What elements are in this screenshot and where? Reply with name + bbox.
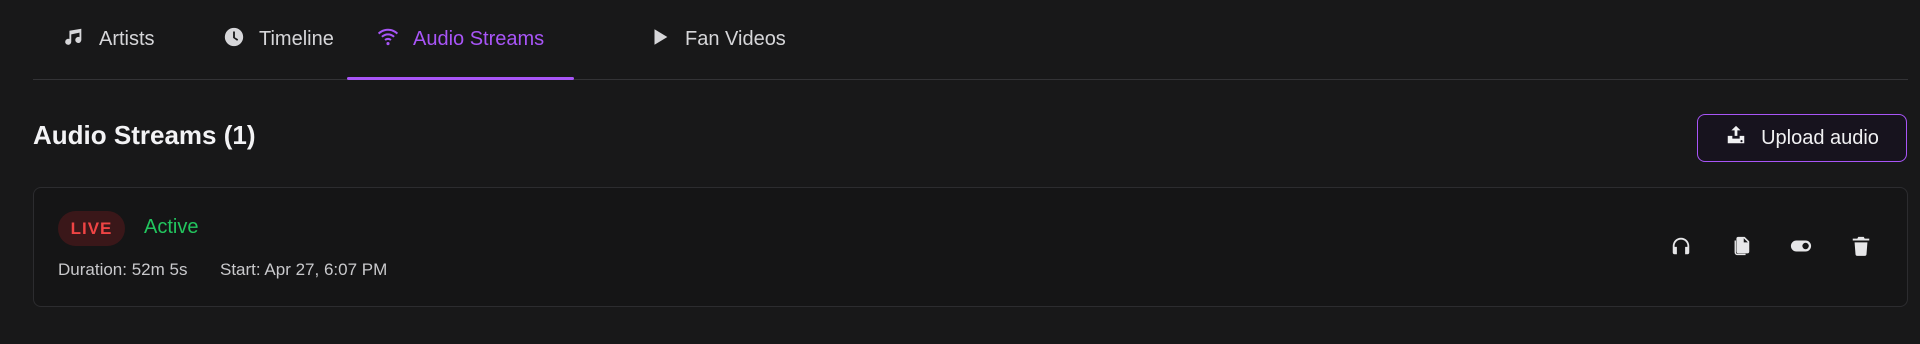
upload-audio-button[interactable]: Upload audio (1697, 114, 1907, 162)
tab-audio-streams[interactable]: Audio Streams (347, 0, 575, 80)
upload-icon (1725, 124, 1747, 152)
delete-button[interactable] (1846, 233, 1876, 263)
trash-icon (1850, 235, 1872, 262)
copy-icon (1730, 235, 1752, 262)
section-title: Audio Streams (1) (33, 120, 256, 150)
play-icon (649, 26, 671, 54)
live-badge: LIVE (58, 211, 125, 246)
headphones-icon (1670, 235, 1692, 262)
stream-duration: Duration: 52m 5s (58, 260, 188, 279)
upload-audio-label: Upload audio (1761, 126, 1879, 149)
tab-bar: Artists Timeline Audio Streams Fan Video… (33, 0, 1908, 80)
tab-fan-videos[interactable]: Fan Videos (649, 0, 786, 79)
copy-button[interactable] (1726, 233, 1756, 263)
toggle-icon (1790, 235, 1812, 262)
stream-status: Active (144, 216, 199, 238)
tab-label: Fan Videos (685, 28, 786, 50)
tab-artists[interactable]: Artists (63, 0, 155, 79)
tab-timeline[interactable]: Timeline (223, 0, 334, 79)
tab-label: Artists (99, 28, 155, 50)
music-note-icon (63, 26, 85, 54)
tab-label: Timeline (259, 28, 334, 50)
tab-label: Audio Streams (413, 28, 545, 50)
clock-icon (223, 26, 245, 54)
stream-card: LIVE Active Duration: 52m 5s Start: Apr … (33, 187, 1908, 307)
wifi-icon (377, 26, 399, 54)
listen-button[interactable] (1666, 233, 1696, 263)
stream-start-time: Start: Apr 27, 6:07 PM (220, 260, 388, 279)
toggle-button[interactable] (1786, 233, 1816, 263)
